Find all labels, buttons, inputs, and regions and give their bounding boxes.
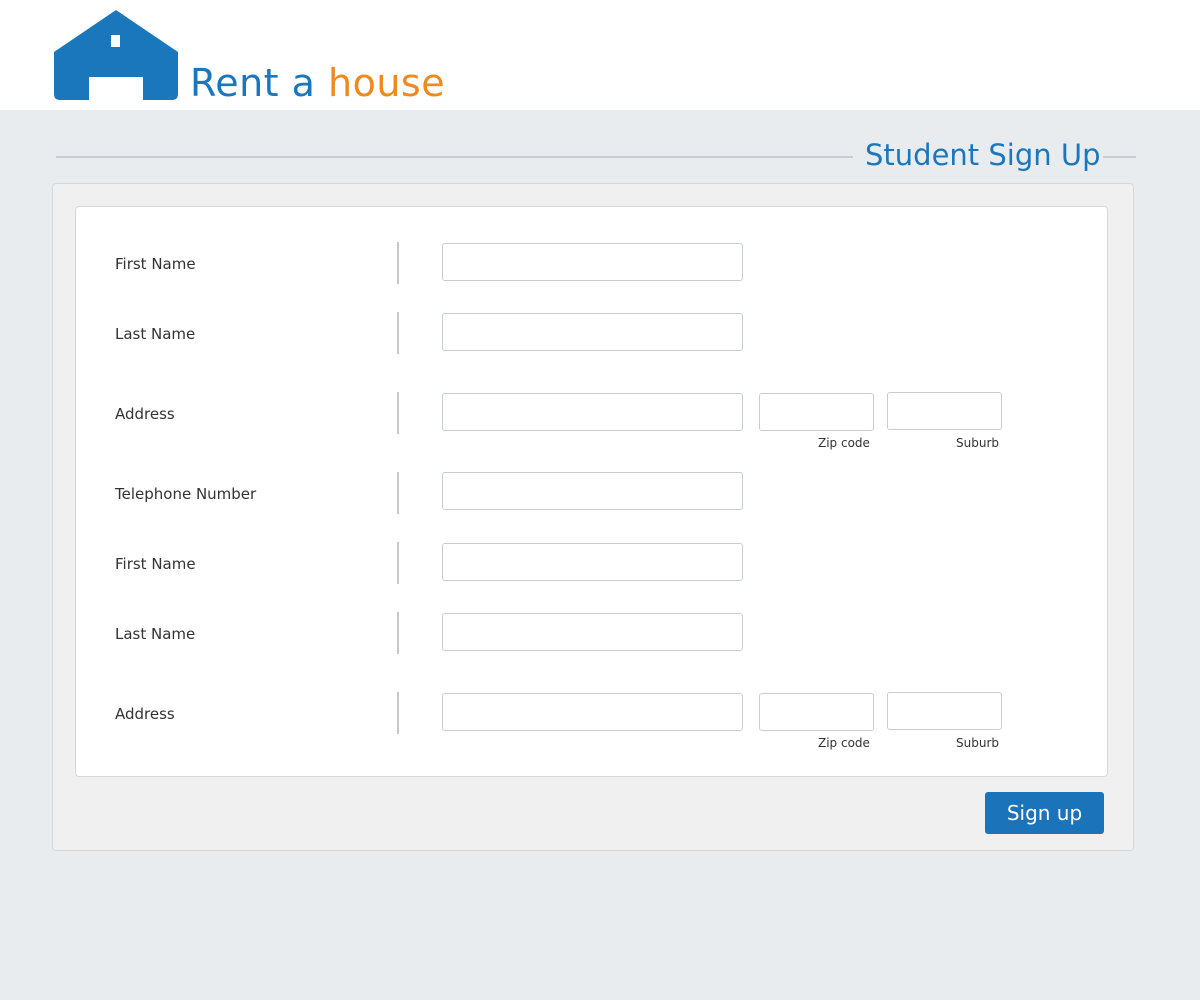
row-separator xyxy=(397,242,399,284)
zip-code-label: Zip code xyxy=(818,736,870,750)
last-name-label: Last Name xyxy=(115,625,196,643)
address-input[interactable] xyxy=(442,393,743,431)
suburb-input[interactable] xyxy=(887,392,1002,430)
suburb-label: Suburb xyxy=(956,736,999,750)
zip-code-label: Zip code xyxy=(818,436,870,450)
brand-word-2: house xyxy=(328,61,446,105)
house-icon[interactable] xyxy=(54,10,178,100)
suburb-label: Suburb xyxy=(956,436,999,450)
zip-code-input[interactable] xyxy=(759,393,874,431)
last-name-label: Last Name xyxy=(115,325,196,343)
first-name-label: First Name xyxy=(115,555,196,573)
row-separator xyxy=(397,612,399,654)
header: Rent a house xyxy=(0,0,1200,110)
last-name-input[interactable] xyxy=(442,613,743,651)
suburb-input[interactable] xyxy=(887,692,1002,730)
last-name-input[interactable] xyxy=(442,313,743,351)
brand-name[interactable]: Rent a house xyxy=(190,60,445,106)
address-input[interactable] xyxy=(442,693,743,731)
first-name-label: First Name xyxy=(115,255,196,273)
brand-word-1: Rent a xyxy=(190,61,329,105)
first-name-input[interactable] xyxy=(442,543,743,581)
page-title: Student Sign Up xyxy=(865,138,1101,172)
row-separator xyxy=(397,392,399,434)
address-label: Address xyxy=(115,705,175,723)
zip-code-input[interactable] xyxy=(759,693,874,731)
telephone-label: Telephone Number xyxy=(115,485,257,503)
row-separator xyxy=(397,542,399,584)
sign-up-button[interactable]: Sign up xyxy=(985,792,1104,834)
row-separator xyxy=(397,312,399,354)
title-divider-left xyxy=(56,156,853,158)
first-name-input[interactable] xyxy=(442,243,743,281)
title-divider-right xyxy=(1103,156,1136,158)
address-label: Address xyxy=(115,405,175,423)
telephone-input[interactable] xyxy=(442,472,743,510)
row-separator xyxy=(397,692,399,734)
row-separator xyxy=(397,472,399,514)
